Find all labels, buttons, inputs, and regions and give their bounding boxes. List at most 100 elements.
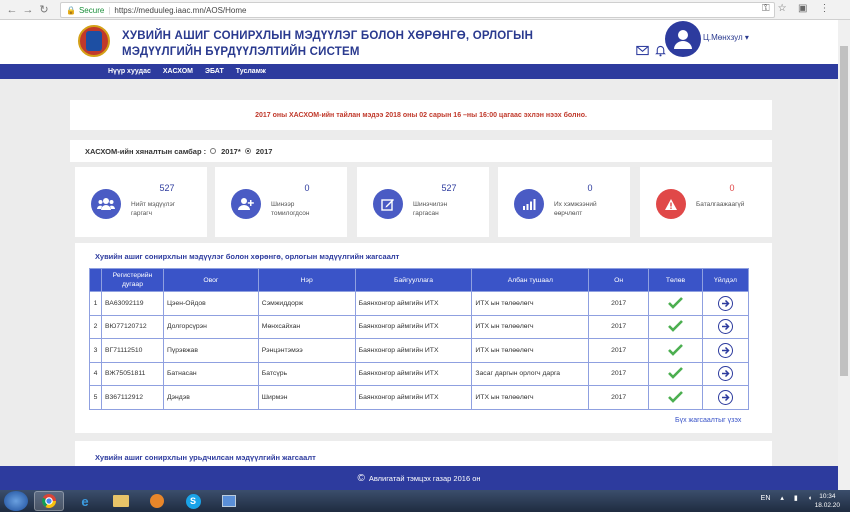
menu-icon[interactable]: ⋮ xyxy=(819,3,829,14)
site-header: ХУВИЙН АШИГ СОНИРХЛЫН МЭДҮҮЛЭГ БОЛОН ХӨР… xyxy=(0,20,838,64)
header-action: Үйлдэл xyxy=(701,268,750,292)
ie-task-icon[interactable]: e xyxy=(70,491,100,511)
radio-option1[interactable] xyxy=(210,148,217,154)
stat-label: Шинэчилэн гаргасан xyxy=(413,201,448,217)
header-register: Регистерийн дугаар xyxy=(100,268,164,292)
emblem-logo[interactable] xyxy=(78,25,110,57)
arrow-right-icon xyxy=(721,323,730,331)
stat-value: 527 xyxy=(159,183,175,193)
check-icon xyxy=(668,390,683,403)
header-status: Төлөв xyxy=(648,268,703,292)
view-arrow-button[interactable] xyxy=(717,342,733,358)
stat-card-new[interactable]: 0 Шинээр томилогдсон xyxy=(215,167,347,237)
arrow-right-icon xyxy=(721,299,730,307)
cell-organization: Баянхонгор аймгийн ИТХ xyxy=(354,314,473,339)
radio-option2-label: 2017 xyxy=(255,146,273,156)
star-icon[interactable]: ☆ xyxy=(778,3,787,14)
cell-register: ВГ71112510 xyxy=(100,338,164,363)
view-arrow-button[interactable] xyxy=(717,319,733,335)
cell-lastname: Батнасан xyxy=(162,361,259,386)
mail-icon[interactable] xyxy=(636,44,649,57)
cell-status xyxy=(648,314,703,339)
cell-position: ИТХ ын төлөөлөгч xyxy=(471,291,590,316)
volume-icon[interactable]: ◖ xyxy=(808,495,812,502)
skype-task-icon[interactable]: S xyxy=(178,491,208,511)
see-all-link[interactable]: Бүх жагсаалтыг үзэх xyxy=(675,417,741,424)
cell-action xyxy=(701,338,750,363)
header-icons xyxy=(636,44,667,57)
scrollbar-thumb[interactable] xyxy=(840,46,848,376)
avatar[interactable] xyxy=(665,21,701,57)
stat-card-changes[interactable]: 0 Их хэмжээний өөрчлөлт xyxy=(498,167,630,237)
cell-index: 3 xyxy=(89,338,102,363)
bell-icon[interactable] xyxy=(654,44,667,57)
table-row: 4 ВЖ75051811 Батнасан Батсүрь Баянхонгор… xyxy=(89,361,750,386)
stat-value: 0 xyxy=(587,183,593,193)
forward-icon[interactable]: → xyxy=(20,2,36,18)
user-menu[interactable]: Ц.Мөнхзул ▾ xyxy=(703,33,749,42)
view-arrow-button[interactable] xyxy=(717,366,733,382)
cell-year: 2017 xyxy=(588,385,650,410)
cell-year: 2017 xyxy=(588,314,650,339)
tray-arrow-icon[interactable]: ▴ xyxy=(780,494,784,502)
table-row: 2 ВЮ77120712 Долгорсүрэн Мөнхсайхан Баян… xyxy=(89,314,750,339)
radio-option2[interactable] xyxy=(244,148,251,154)
nav-item-home[interactable]: Нүүр хуудас xyxy=(108,68,151,75)
notice-banner: 2017 оны ХАСХОМ-ийн тайлан мэдээ 2018 он… xyxy=(70,100,772,130)
key-icon[interactable]: ⚿ xyxy=(762,3,770,14)
nav-item-hashom[interactable]: ХАСХОМ xyxy=(163,68,193,75)
users-icon xyxy=(91,189,121,219)
stat-card-unverified[interactable]: 0 Баталгаажаагүй xyxy=(640,167,772,237)
reload-icon[interactable]: ↻ xyxy=(36,2,52,18)
arrow-right-icon xyxy=(721,393,730,401)
clock[interactable]: 10:34 18.02.20 xyxy=(815,492,840,510)
header-organization: Байгууллага xyxy=(354,268,473,292)
cell-firstname: Рэнцэнтэмээ xyxy=(257,338,356,363)
nav-item-help[interactable]: Тусламж xyxy=(236,68,266,75)
paint-task-icon[interactable] xyxy=(214,491,244,511)
cell-firstname: Сэмжиддорж xyxy=(257,291,356,316)
cell-index: 2 xyxy=(89,314,102,339)
copyright-icon: © xyxy=(357,472,365,484)
stat-card-updated[interactable]: 527 Шинэчилэн гаргасан xyxy=(357,167,489,237)
table-row: 5 В367112912 Дэндэв Ширмэн Баянхонгор ай… xyxy=(89,385,750,410)
chrome-task-icon[interactable] xyxy=(34,491,64,511)
warning-icon xyxy=(656,189,686,219)
declarations-panel: Хувийн ашиг сонирхлын мэдүүлэг болон хөр… xyxy=(75,243,772,433)
nav-item-ebat[interactable]: ЭБАТ xyxy=(205,68,224,75)
network-icon[interactable]: ▮ xyxy=(794,494,798,502)
cell-status xyxy=(648,338,703,363)
stat-card-total[interactable]: 527 Нийт мэдүүлэг гаргагч xyxy=(75,167,207,237)
view-arrow-button[interactable] xyxy=(717,295,733,311)
cell-register: ВЮ77120712 xyxy=(100,314,164,339)
view-arrow-button[interactable] xyxy=(717,389,733,405)
check-icon xyxy=(668,343,683,356)
start-button[interactable] xyxy=(4,491,28,511)
cell-firstname: Ширмэн xyxy=(257,385,356,410)
clock-time: 10:34 xyxy=(819,493,836,500)
back-icon[interactable]: ← xyxy=(4,2,20,18)
caret-down-icon: ▾ xyxy=(744,33,749,42)
media-task-icon[interactable] xyxy=(142,491,172,511)
cell-register: ВЖ75051811 xyxy=(100,361,164,386)
cell-position: ИТХ ын төлөөлөгч xyxy=(471,338,590,363)
cell-action xyxy=(701,361,750,386)
header-firstname: Нэр xyxy=(257,268,356,292)
header-lastname: Овог xyxy=(162,268,259,292)
extension-icon[interactable]: ▣ xyxy=(798,3,807,14)
language-indicator[interactable]: EN xyxy=(761,495,771,502)
table-row: 3 ВГ71112510 Пүрэвжав Рэнцэнтэмээ Баянхо… xyxy=(89,338,750,363)
cell-register: ВА63092119 xyxy=(100,291,164,316)
folder-task-icon[interactable] xyxy=(106,491,136,511)
cell-index: 4 xyxy=(89,361,102,386)
address-bar[interactable]: 🔒 Secure | https://meduuleg.iaac.mn/AOS/… xyxy=(60,2,775,18)
cell-action xyxy=(701,291,750,316)
stat-label: Их хэмжээний өөрчлөлт xyxy=(554,201,597,217)
main-nav: Нүүр хуудас ХАСХОМ ЭБАТ Тусламж xyxy=(0,64,838,79)
cell-lastname: Цэен-Ойдов xyxy=(162,291,259,316)
check-icon xyxy=(668,320,683,333)
table-header-row: Регистерийн дугаар Овог Нэр Байгууллага … xyxy=(89,268,750,292)
cell-position: ИТХ ын төлөөлөгч xyxy=(471,314,590,339)
dashboard-label: ХАСХОМ-ийн хяналтын самбар : xyxy=(85,146,207,156)
page-scrollbar[interactable] xyxy=(838,20,850,490)
